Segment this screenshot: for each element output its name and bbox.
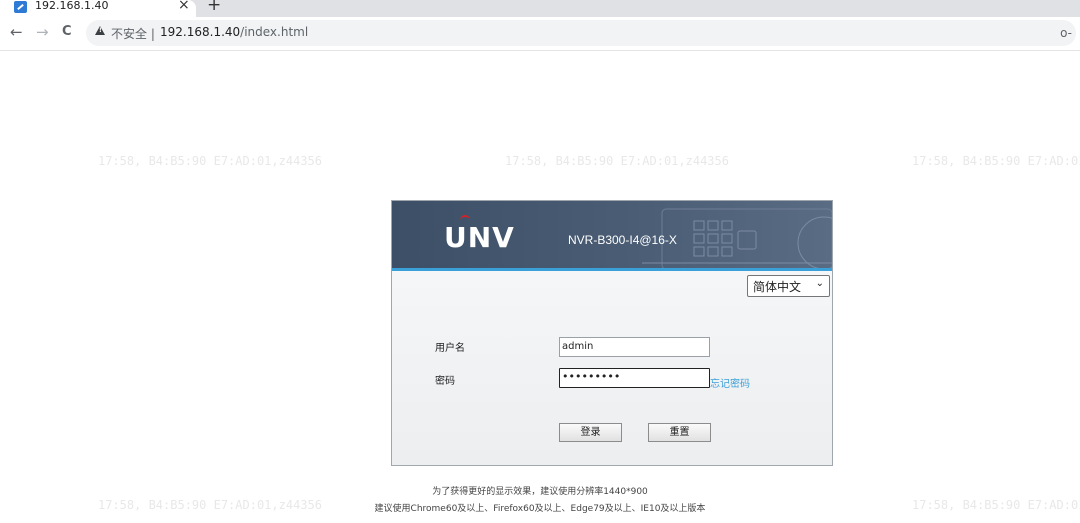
url-path: /index.html [240,25,309,39]
login-panel: UNV NVR-B300-I4@16-X 简体中文 ⌄ 用户名 admin 密码… [391,200,833,466]
new-tab-button[interactable]: + [207,0,221,15]
unv-logo: UNV [444,221,515,254]
key-icon[interactable]: o- [1060,26,1072,40]
header-banner: UNV NVR-B300-I4@16-X [392,201,832,271]
watermark-text: 17:58, B4:B5:90 E7:AD:01,z44356 [505,154,729,168]
forgot-password-link[interactable]: 忘记密码 [710,375,750,390]
security-status[interactable]: 不安全 | [111,25,155,42]
device-model: NVR-B300-I4@16-X [568,233,677,247]
language-select[interactable]: 简体中文 ⌄ [747,275,830,297]
resolution-hint: 为了获得更好的显示效果，建议使用分辨率1440*900 [432,487,648,497]
reset-button[interactable]: 重置 [648,423,711,442]
url-host: 192.168.1.40 [160,25,241,39]
chevron-down-icon: ⌄ [815,278,824,289]
tab-close-icon[interactable]: × [178,0,190,13]
password-input[interactable]: ••••••••• [559,368,710,388]
language-value: 简体中文 [753,280,802,294]
username-label: 用户名 [435,343,465,354]
site-favicon-icon [14,1,27,13]
tab-strip: 192.168.1.40 × + [0,0,1080,17]
tab-title: 192.168.1.40 [35,0,109,12]
login-button[interactable]: 登录 [559,423,622,442]
warning-icon[interactable] [95,26,105,35]
username-value: admin [562,341,594,352]
watermark-text: 17:58, B4:B5:90 E7:AD:01, z [912,154,1080,168]
browser-tab[interactable]: 192.168.1.40 × [0,0,196,17]
back-arrow-icon[interactable]: ← [10,23,23,41]
password-value: ••••••••• [562,370,621,383]
address-bar[interactable]: 不安全 | 192.168.1.40/index.html o- [86,20,1076,46]
browser-hint: 建议使用Chrome60及以上、Firefox60及以上、Edge79及以上、I… [374,504,706,514]
watermark-text: 17:58, B4:B5:90 E7:AD:01,z44356 [98,154,322,168]
browser-toolbar: ← → C 不安全 | 192.168.1.40/index.html o- [0,17,1080,51]
username-input[interactable]: admin [559,337,710,357]
url-text[interactable]: 192.168.1.40/index.html [160,25,308,39]
password-label: 密码 [435,376,455,387]
forward-arrow-icon[interactable]: → [36,23,49,41]
reload-icon[interactable]: C [62,24,72,39]
